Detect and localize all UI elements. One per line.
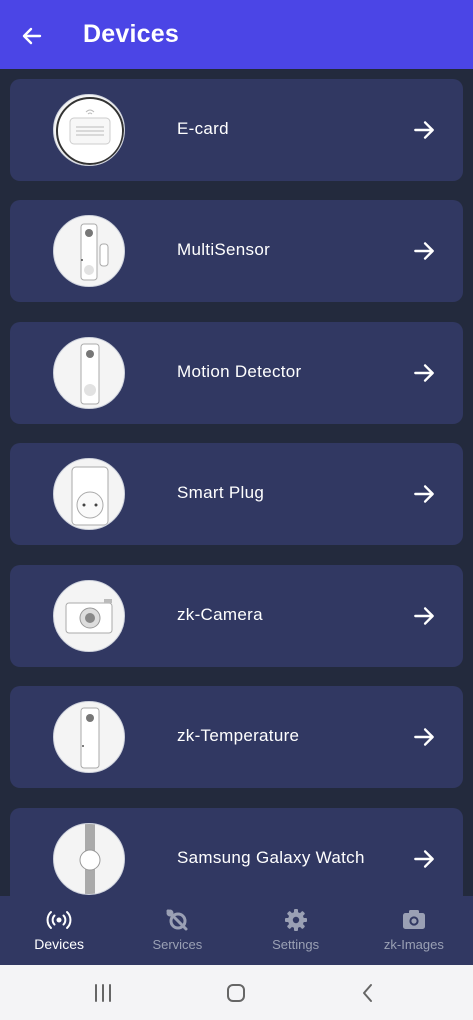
temperature-sensor-icon [53,701,125,773]
multisensor-icon [53,215,125,287]
nav-label: zk-Images [383,937,444,952]
device-label: Smart Plug [177,483,265,502]
nav-item-zk-images[interactable]: zk-Images [355,896,473,965]
device-card-smart-plug[interactable]: Smart Plug [10,443,463,545]
device-list[interactable]: E-card MultiSensor Motion Detector Smart… [0,69,473,896]
nav-item-devices[interactable]: Devices [0,896,118,965]
nav-item-settings[interactable]: Settings [237,896,355,965]
device-card-zk-temperature[interactable]: zk-Temperature [10,686,463,788]
camera-icon [53,580,125,652]
gear-icon [284,909,307,931]
services-icon [166,909,188,931]
arrow-left-icon [22,27,42,45]
back-chevron-icon[interactable] [355,980,381,1006]
motion-detector-icon [53,337,125,409]
nav-item-services[interactable]: Services [118,896,236,965]
device-card-multisensor[interactable]: MultiSensor [10,200,463,302]
device-label: zk-Temperature [177,726,300,745]
back-button[interactable] [14,18,50,54]
bottom-nav: Devices Services Settings zk-Images [0,896,473,965]
device-card-e-card[interactable]: E-card [10,79,463,181]
device-label: E-card [177,119,229,138]
arrow-right-icon [414,728,434,746]
app-bar: Devices [0,0,473,69]
device-label: Samsung Galaxy Watch [177,848,365,867]
device-card-galaxy-watch[interactable]: Samsung Galaxy Watch [10,808,463,896]
smart-plug-icon [53,458,125,530]
broadcast-icon [46,911,72,929]
recents-icon[interactable] [90,980,116,1006]
arrow-right-icon [414,850,434,868]
device-card-zk-camera[interactable]: zk-Camera [10,565,463,667]
nav-label: Services [152,937,203,952]
camera-icon [402,910,425,929]
arrow-right-icon [414,485,434,503]
device-label: zk-Camera [177,605,263,624]
device-label: Motion Detector [177,362,302,381]
nav-label: Devices [34,936,85,952]
page-title: Devices [83,20,179,48]
arrow-right-icon [414,121,434,139]
system-nav-bar [0,965,473,1020]
nav-label: Settings [272,937,320,952]
arrow-right-icon [414,607,434,625]
arrow-right-icon [414,242,434,260]
device-label: MultiSensor [177,240,271,259]
e-card-icon [53,94,125,166]
device-card-motion-detector[interactable]: Motion Detector [10,322,463,424]
home-icon[interactable] [223,980,249,1006]
watch-icon [53,823,125,895]
arrow-right-icon [414,364,434,382]
